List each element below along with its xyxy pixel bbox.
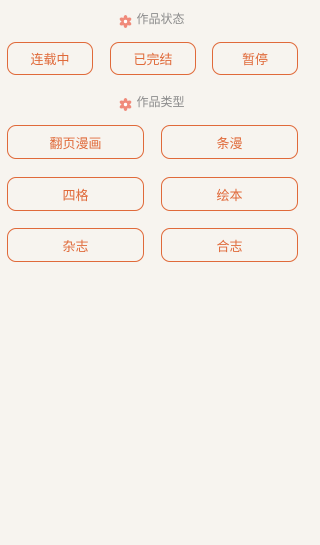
type-option-anthology[interactable]: 合志 [161, 228, 298, 262]
type-section-header: 作品类型 [0, 93, 304, 111]
status-option-paused[interactable]: 暂停 [212, 42, 298, 75]
type-option-page-comic[interactable]: 翻页漫画 [7, 125, 144, 159]
type-section-title: 作品类型 [136, 95, 185, 109]
flower-icon [119, 13, 132, 28]
type-option-four-panel[interactable]: 四格 [7, 177, 144, 211]
type-option-picture-book[interactable]: 绘本 [161, 177, 298, 211]
status-section-title: 作品状态 [136, 12, 185, 26]
flower-icon [119, 96, 132, 111]
type-option-magazine[interactable]: 杂志 [7, 228, 144, 262]
status-option-completed[interactable]: 已完结 [110, 42, 196, 75]
status-option-serializing[interactable]: 连载中 [7, 42, 93, 75]
status-section-header: 作品状态 [0, 10, 304, 28]
type-option-strip-comic[interactable]: 条漫 [161, 125, 298, 159]
